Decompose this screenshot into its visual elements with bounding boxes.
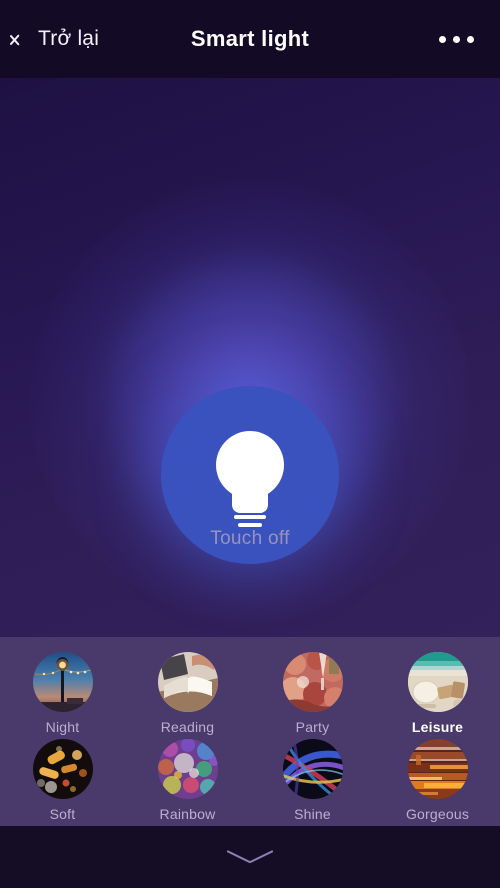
smart-light-screen: Trở lại Smart light Touch off Night Read… — [0, 0, 500, 888]
light-streaks-thumb — [282, 739, 343, 799]
more-horizontal-icon-dot-1 — [439, 35, 446, 43]
scene-label: Night — [45, 719, 80, 735]
scene-label: Soft — [49, 806, 76, 822]
open-book-thumb — [157, 652, 218, 712]
back-button[interactable]: Trở lại — [16, 26, 99, 52]
scene-item-reading[interactable]: Reading — [125, 648, 250, 735]
warm-bokeh-thumb — [32, 739, 93, 799]
scene-label: Rainbow — [159, 806, 216, 822]
scene-label: Party — [295, 719, 330, 735]
party-table-thumb — [282, 652, 343, 712]
street-lamp-dusk-thumb — [32, 652, 93, 712]
scene-panel: Night Reading Party Leisure Soft Rainbow… — [0, 637, 500, 826]
scene-item-rainbow[interactable]: Rainbow — [125, 735, 250, 822]
app-header: Trở lại Smart light — [0, 0, 500, 78]
back-button-label: Trở lại — [38, 27, 100, 50]
colorful-bubbles-thumb — [157, 739, 218, 799]
more-options-button[interactable] — [431, 0, 482, 78]
bulb-area: Touch off — [0, 78, 500, 637]
chevron-left-icon — [16, 26, 31, 52]
scene-item-gorgeous[interactable]: Gorgeous — [375, 735, 500, 822]
beach-thumb — [407, 652, 468, 712]
scene-label: Shine — [294, 806, 331, 822]
chevron-down-icon[interactable] — [227, 846, 273, 868]
scene-item-soft[interactable]: Soft — [0, 735, 125, 822]
scene-item-night[interactable]: Night — [0, 648, 125, 735]
more-horizontal-icon-dot-3 — [467, 35, 474, 43]
scene-label: Leisure — [411, 719, 464, 735]
scene-item-party[interactable]: Party — [250, 648, 375, 735]
scene-label: Gorgeous — [405, 806, 470, 822]
footer-bar — [0, 826, 500, 888]
scene-row-1: Night Reading Party Leisure — [0, 648, 500, 735]
light-bulb-icon — [216, 431, 284, 527]
scene-item-shine[interactable]: Shine — [250, 735, 375, 822]
scene-item-leisure[interactable]: Leisure — [375, 648, 500, 735]
power-status-label: Touch off — [210, 528, 290, 549]
light-stage: Touch off — [0, 78, 500, 637]
scene-label: Reading — [160, 719, 215, 735]
scene-row-2: Soft Rainbow Shine Gorgeous — [0, 735, 500, 822]
orange-light-trails-thumb — [407, 739, 468, 799]
more-horizontal-icon-dot-2 — [453, 35, 460, 43]
